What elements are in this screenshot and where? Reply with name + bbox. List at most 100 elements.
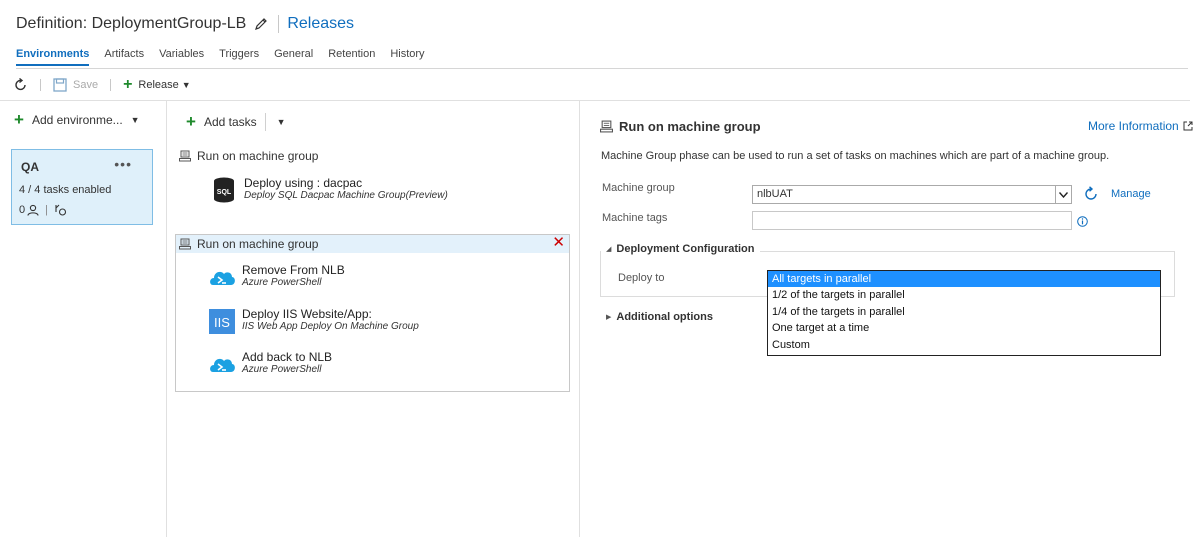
phase-description: Machine Group phase can be used to run a…: [601, 150, 1110, 162]
phase-header[interactable]: Run on machine group: [179, 149, 318, 163]
add-tasks-button[interactable]: + Add tasks: [186, 112, 257, 131]
section-divider: [760, 251, 1175, 252]
chevron-down-icon[interactable]: [1055, 186, 1071, 203]
task-name: Deploy IIS Website/App:: [242, 307, 372, 321]
tasks-enabled-count: 4 / 4 tasks enabled: [19, 184, 112, 196]
machine-group-label: Machine group: [602, 182, 675, 194]
more-options-icon[interactable]: •••: [114, 156, 132, 172]
task-description: Deploy SQL Dacpac Machine Group(Preview): [244, 190, 448, 201]
user-icon[interactable]: [27, 204, 39, 216]
task-name: Add back to NLB: [242, 350, 333, 364]
details-title-text: Run on machine group: [619, 119, 761, 134]
save-button[interactable]: Save: [53, 78, 98, 92]
save-label: Save: [73, 79, 99, 91]
plus-icon: +: [186, 112, 196, 131]
machine-group-value: nlbUAT: [757, 188, 793, 200]
machine-group-icon: [179, 238, 191, 250]
toolbar-divider: [40, 79, 41, 91]
phase-header-label: Run on machine group: [179, 237, 318, 251]
task-name: Remove From NLB: [242, 263, 345, 277]
save-icon: [53, 78, 67, 92]
tab-retention[interactable]: Retention: [328, 48, 375, 66]
machine-tags-input[interactable]: [752, 211, 1072, 230]
task-description: IIS Web App Deploy On Machine Group: [242, 321, 419, 332]
deploy-option-custom[interactable]: Custom: [768, 337, 1160, 353]
caret-down-icon: ▼: [181, 80, 191, 90]
svg-text:IIS: IIS: [214, 315, 230, 330]
page-header: Definition: DeploymentGroup-LB Releases: [16, 13, 354, 35]
task-description: Azure PowerShell: [242, 364, 322, 375]
status-divider: |: [45, 204, 48, 216]
machine-group-select[interactable]: nlbUAT: [752, 185, 1072, 204]
task-item[interactable]: IIS Deploy IIS Website/App: IIS Web App …: [208, 307, 419, 335]
expand-triangle-icon: ▶: [606, 314, 612, 321]
tab-history[interactable]: History: [390, 48, 424, 66]
caret-down-icon: ▼: [130, 115, 140, 125]
collapse-triangle-icon: ◢: [606, 246, 612, 253]
machine-tags-label: Machine tags: [602, 212, 668, 224]
deployment-configuration-toggle[interactable]: ◢ Deployment Configuration: [606, 243, 759, 255]
manage-link[interactable]: Manage: [1111, 188, 1151, 200]
deploy-option-half-parallel[interactable]: 1/2 of the targets in parallel: [768, 287, 1160, 303]
panel-divider: [579, 101, 580, 537]
deploy-option-quarter-parallel[interactable]: 1/4 of the targets in parallel: [768, 304, 1160, 320]
approvers-count: 0: [19, 204, 26, 216]
azure-powershell-icon: [210, 271, 235, 285]
tab-artifacts[interactable]: Artifacts: [104, 48, 144, 66]
more-information-link[interactable]: More Information: [1088, 119, 1193, 133]
sql-icon: SQL: [214, 177, 234, 203]
refresh-machine-groups-icon[interactable]: [1083, 186, 1099, 202]
tab-variables[interactable]: Variables: [159, 48, 204, 66]
tab-environments[interactable]: Environments: [16, 48, 90, 66]
phase-title: Run on machine group: [197, 237, 319, 251]
add-tasks-dropdown-icon[interactable]: ▼: [277, 117, 286, 127]
task-name: Deploy using : dacpac: [244, 176, 363, 190]
environment-card-qa[interactable]: QA ••• 4 / 4 tasks enabled 0 |: [11, 149, 153, 225]
releases-link[interactable]: Releases: [287, 15, 354, 33]
svg-text:SQL: SQL: [217, 189, 232, 196]
tab-general[interactable]: General: [274, 48, 313, 66]
task-item[interactable]: SQL Deploy using : dacpac Deploy SQL Dac…: [210, 176, 448, 204]
phase-title: Run on machine group: [197, 149, 319, 163]
add-tasks-toolbar: + Add tasks ▼: [186, 113, 286, 131]
toolbar: Save + Release ▼: [14, 76, 191, 94]
release-label: Release: [138, 79, 179, 91]
definition-tabs: Environments Artifacts Variables Trigger…: [16, 48, 440, 66]
additional-options-toggle[interactable]: ▶ Additional options: [606, 311, 713, 323]
toolbar-divider: [110, 79, 112, 91]
title-divider: [278, 15, 280, 33]
details-title: Run on machine group: [600, 119, 761, 134]
deploy-option-all-parallel[interactable]: All targets in parallel: [768, 271, 1160, 288]
task-item[interactable]: Add back to NLB Azure PowerShell: [208, 350, 332, 378]
tab-triggers[interactable]: Triggers: [219, 48, 259, 66]
external-link-icon: [1183, 121, 1193, 131]
machine-group-icon: [600, 120, 613, 133]
deploy-to-dropdown-list[interactable]: All targets in parallel 1/2 of the targe…: [767, 270, 1161, 356]
task-item[interactable]: Remove From NLB Azure PowerShell: [208, 263, 345, 291]
iis-icon: IIS: [209, 309, 235, 334]
definition-title: Definition: DeploymentGroup-LB: [16, 15, 247, 32]
pencil-icon[interactable]: [254, 17, 268, 31]
toolbar-divider-line: [0, 100, 1190, 101]
add-environment-button[interactable]: + Add environme... ▼: [14, 111, 140, 128]
triggers-icon[interactable]: [54, 204, 67, 216]
refresh-icon[interactable]: [14, 78, 28, 92]
deploy-option-one-at-a-time[interactable]: One target at a time: [768, 320, 1160, 336]
add-tasks-label: Add tasks: [203, 115, 257, 129]
azure-powershell-icon: [210, 358, 235, 372]
deployment-configuration-label: Deployment Configuration: [616, 243, 755, 255]
additional-options-label: Additional options: [616, 311, 713, 323]
add-tasks-divider: [264, 113, 266, 131]
close-icon[interactable]: ✕: [552, 235, 565, 251]
release-button[interactable]: + Release ▼: [123, 76, 191, 93]
deploy-to-label: Deploy to: [618, 272, 665, 284]
tabs-divider: [16, 68, 1188, 69]
environment-status-row: 0 |: [19, 204, 67, 216]
info-icon[interactable]: [1077, 216, 1088, 227]
task-description: Azure PowerShell: [242, 277, 322, 288]
more-information-label: More Information: [1088, 119, 1179, 133]
add-environment-label: Add environme...: [31, 113, 123, 127]
plus-icon: +: [123, 76, 133, 93]
environment-name: QA: [21, 160, 39, 174]
panel-divider: [166, 101, 167, 537]
